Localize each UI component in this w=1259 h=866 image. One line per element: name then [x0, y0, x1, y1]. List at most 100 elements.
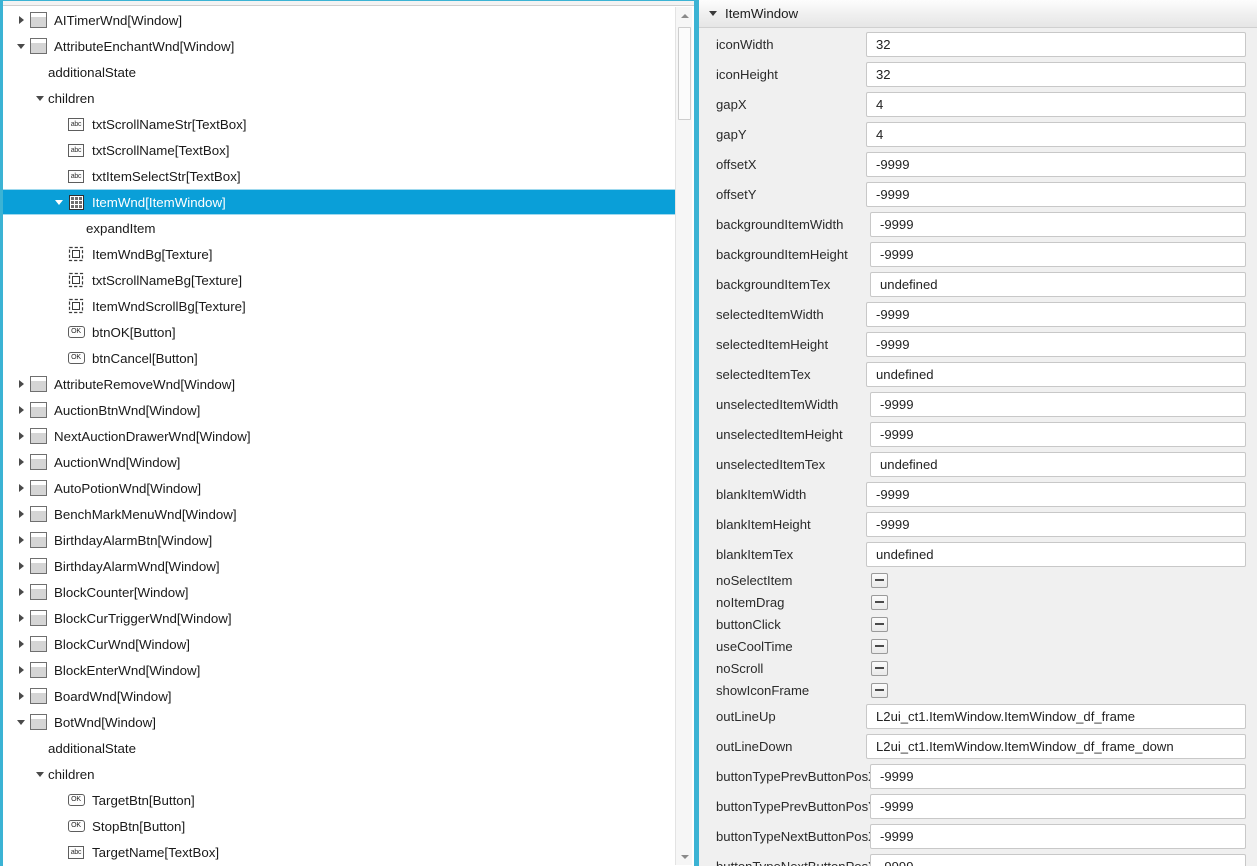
tree-node[interactable]: children	[3, 761, 675, 787]
tree-node[interactable]: BotWnd[Window]	[3, 709, 675, 735]
tree-node[interactable]: AttributeEnchantWnd[Window]	[3, 33, 675, 59]
tree-node[interactable]: ItemWnd[ItemWindow]	[3, 189, 675, 215]
tree-node[interactable]: BirthdayAlarmBtn[Window]	[3, 527, 675, 553]
tree-expand-collapse-closed-icon[interactable]	[13, 553, 29, 579]
property-value-input[interactable]: undefined	[870, 451, 1246, 477]
property-checkbox-indeterminate[interactable]	[871, 616, 888, 632]
tree-expand-collapse-closed-icon[interactable]	[13, 683, 29, 709]
property-value-input[interactable]: undefined	[866, 541, 1246, 567]
tree-expand-collapse-closed-icon[interactable]	[13, 605, 29, 631]
tree-node[interactable]: children	[3, 85, 675, 111]
property-checkbox-indeterminate[interactable]	[871, 682, 888, 698]
property-row: backgroundItemWidth -9999	[699, 209, 1257, 239]
tree-expand-collapse-closed-icon[interactable]	[13, 527, 29, 553]
tree-node[interactable]: NextAuctionDrawerWnd[Window]	[3, 423, 675, 449]
window-icon	[29, 505, 47, 523]
button-icon: OK	[67, 323, 85, 341]
property-row: gapX 4	[699, 89, 1257, 119]
tree-expand-collapse-closed-icon[interactable]	[13, 423, 29, 449]
tree-node[interactable]: AuctionBtnWnd[Window]	[3, 397, 675, 423]
tree-expand-collapse-closed-icon[interactable]	[13, 7, 29, 33]
tree-node[interactable]: BlockEnterWnd[Window]	[3, 657, 675, 683]
property-value-input[interactable]: undefined	[866, 361, 1246, 387]
tree-expand-collapse-closed-icon[interactable]	[13, 631, 29, 657]
tree-expand-collapse-open-icon[interactable]	[13, 709, 29, 735]
property-label: noScroll	[716, 660, 764, 676]
tree-expand-collapse-open-icon[interactable]	[32, 761, 48, 787]
property-value-input[interactable]: -9999	[866, 181, 1246, 207]
tree-node-label: AuctionBtnWnd[Window]	[54, 402, 201, 418]
tree-node-label: BirthdayAlarmBtn[Window]	[54, 532, 213, 548]
chevron-down-icon[interactable]	[709, 11, 717, 16]
tree-node[interactable]: additionalState	[3, 59, 675, 85]
tree-scrollbar-thumb[interactable]	[678, 27, 691, 120]
tree-expand-collapse-closed-icon[interactable]	[13, 501, 29, 527]
property-value-input[interactable]: -9999	[866, 331, 1246, 357]
property-label: offsetY	[716, 186, 757, 202]
property-checkbox-indeterminate[interactable]	[871, 638, 888, 654]
tree-node[interactable]: BoardWnd[Window]	[3, 683, 675, 709]
property-value-input[interactable]: -9999	[870, 421, 1246, 447]
scene-tree-list[interactable]: AITimerWnd[Window] AttributeEnchantWnd[Wi…	[3, 7, 675, 866]
property-value-input[interactable]: L2ui_ct1.ItemWindow.ItemWindow_df_frame	[866, 703, 1246, 729]
scroll-up-arrow-icon[interactable]	[676, 7, 693, 24]
tree-node[interactable]: abc txtScrollNameStr[TextBox]	[3, 111, 675, 137]
tree-node[interactable]: additionalState	[3, 735, 675, 761]
property-value-input[interactable]: -9999	[870, 823, 1246, 849]
tree-node[interactable]: BirthdayAlarmWnd[Window]	[3, 553, 675, 579]
tree-node[interactable]: BlockCounter[Window]	[3, 579, 675, 605]
property-value-input[interactable]: -9999	[866, 511, 1246, 537]
property-checkbox-indeterminate[interactable]	[871, 572, 888, 588]
tree-node[interactable]: expandItem	[3, 215, 675, 241]
tree-node[interactable]: ItemWndBg[Texture]	[3, 241, 675, 267]
tree-node[interactable]: txtScrollNameBg[Texture]	[3, 267, 675, 293]
tree-node[interactable]: ItemWndScrollBg[Texture]	[3, 293, 675, 319]
tree-expand-collapse-closed-icon[interactable]	[13, 449, 29, 475]
property-group-title: ItemWindow	[725, 6, 799, 21]
property-value-input[interactable]: undefined	[870, 271, 1246, 297]
tree-expand-collapse-closed-icon[interactable]	[13, 371, 29, 397]
property-value-input[interactable]: -9999	[866, 151, 1246, 177]
tree-expand-collapse-closed-icon[interactable]	[13, 475, 29, 501]
property-value-input[interactable]: 32	[866, 31, 1246, 57]
property-value-input[interactable]: 32	[866, 61, 1246, 87]
tree-node[interactable]: AuctionWnd[Window]	[3, 449, 675, 475]
tree-expand-collapse-closed-icon[interactable]	[13, 657, 29, 683]
tree-node[interactable]: OK TargetBtn[Button]	[3, 787, 675, 813]
property-value-input[interactable]: 4	[866, 91, 1246, 117]
tree-node[interactable]: AutoPotionWnd[Window]	[3, 475, 675, 501]
property-value-input[interactable]: 4	[866, 121, 1246, 147]
tree-expand-collapse-open-icon[interactable]	[32, 85, 48, 111]
tree-expand-collapse-open-icon[interactable]	[13, 33, 29, 59]
tree-node[interactable]: abc txtScrollName[TextBox]	[3, 137, 675, 163]
property-checkbox-indeterminate[interactable]	[871, 660, 888, 676]
tree-node[interactable]: abc TargetName[TextBox]	[3, 839, 675, 865]
property-checkbox-indeterminate[interactable]	[871, 594, 888, 610]
scroll-down-arrow-icon[interactable]	[676, 848, 693, 865]
property-value-input[interactable]: -9999	[870, 391, 1246, 417]
tree-node[interactable]: AITimerWnd[Window]	[3, 7, 675, 33]
tree-node[interactable]: BlockCurWnd[Window]	[3, 631, 675, 657]
tree-expand-collapse-open-icon[interactable]	[51, 189, 67, 215]
property-value-input[interactable]: -9999	[870, 241, 1246, 267]
tree-node[interactable]: abc txtItemSelectStr[TextBox]	[3, 163, 675, 189]
property-label: backgroundItemHeight	[716, 246, 848, 262]
property-value-input[interactable]: L2ui_ct1.ItemWindow.ItemWindow_df_frame_…	[866, 733, 1246, 759]
property-value-input[interactable]: -9999	[870, 763, 1246, 789]
tree-node[interactable]: OK StopBtn[Button]	[3, 813, 675, 839]
tree-node[interactable]: OK btnOK[Button]	[3, 319, 675, 345]
property-value-input[interactable]: -9999	[870, 211, 1246, 237]
tree-node[interactable]: BenchMarkMenuWnd[Window]	[3, 501, 675, 527]
tree-node[interactable]: OK btnCancel[Button]	[3, 345, 675, 371]
property-value-input[interactable]: -9999	[870, 793, 1246, 819]
tree-node[interactable]: AttributeRemoveWnd[Window]	[3, 371, 675, 397]
property-group-header[interactable]: ItemWindow	[699, 0, 1257, 28]
property-value-input[interactable]: -9999	[870, 853, 1246, 866]
property-value-input[interactable]: -9999	[866, 301, 1246, 327]
tree-vertical-scrollbar[interactable]	[675, 7, 692, 865]
property-value-input[interactable]: -9999	[866, 481, 1246, 507]
tree-node[interactable]: BlockCurTriggerWnd[Window]	[3, 605, 675, 631]
tree-expand-collapse-closed-icon[interactable]	[13, 579, 29, 605]
property-label: gapX	[716, 96, 747, 112]
tree-expand-collapse-closed-icon[interactable]	[13, 397, 29, 423]
